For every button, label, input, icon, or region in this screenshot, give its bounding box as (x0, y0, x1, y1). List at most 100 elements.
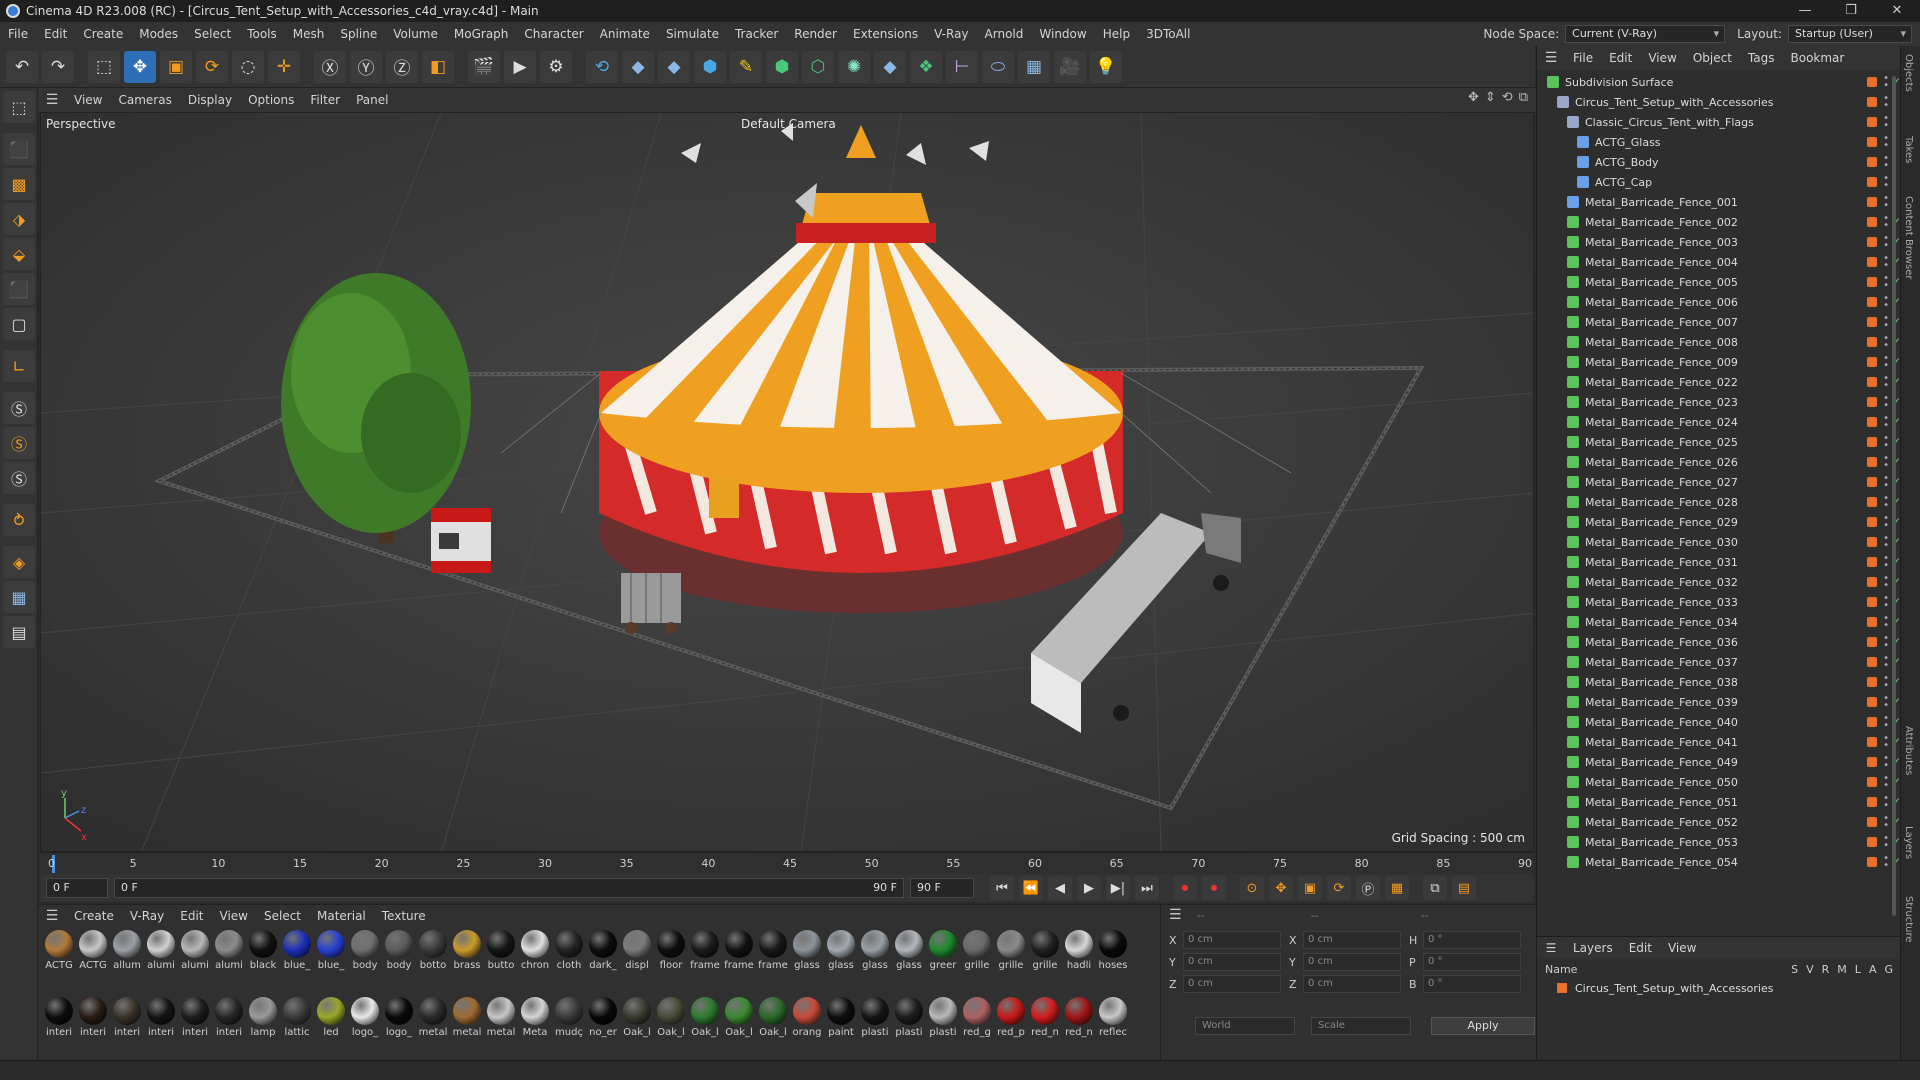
object-row[interactable]: Metal_Barricade_Fence_001 • • (1537, 192, 1901, 212)
visibility-dots-icon[interactable]: • • (1883, 134, 1889, 151)
material-swatch[interactable]: plasti (858, 994, 892, 1044)
material-swatch[interactable]: logo_ (382, 994, 416, 1044)
material-tag-icon[interactable] (1867, 217, 1877, 227)
material-swatch[interactable]: frame (756, 927, 790, 977)
scale-icon[interactable]: ▣ (160, 50, 192, 83)
undo-icon[interactable]: ↶ (6, 50, 38, 83)
visibility-dots-icon[interactable]: • • (1883, 334, 1889, 351)
layer-column-m[interactable]: M (1837, 963, 1847, 976)
material-swatch[interactable]: lattic (280, 994, 314, 1044)
layer-column-a[interactable]: A (1869, 963, 1877, 976)
viewport-menu-filter[interactable]: Filter (302, 93, 348, 107)
visibility-dots-icon[interactable]: • • (1883, 154, 1889, 171)
material-swatch[interactable]: ACTG (76, 927, 110, 977)
material-swatch[interactable]: interi (76, 994, 110, 1044)
material-swatch[interactable]: hoses (1096, 927, 1130, 977)
material-swatch[interactable]: orang (790, 994, 824, 1044)
start-frame-field[interactable]: 0 F (46, 878, 108, 898)
material-swatch[interactable]: plasti (892, 994, 926, 1044)
layer-column-r[interactable]: R (1822, 963, 1830, 976)
material-swatch[interactable]: chron (518, 927, 552, 977)
material-swatch[interactable]: Oak_l (722, 994, 756, 1044)
menu-v-ray[interactable]: V-Ray (926, 22, 976, 46)
snap-icon[interactable]: Ⓢ (3, 392, 35, 424)
visibility-dots-icon[interactable]: • • (1883, 214, 1889, 231)
material-swatch[interactable]: greer (926, 927, 960, 977)
material-tag-icon[interactable] (1867, 317, 1877, 327)
rotate-icon[interactable]: ⟳ (196, 50, 228, 83)
coord-field[interactable]: 0 cm (1183, 931, 1281, 949)
material-swatch[interactable]: allum (110, 927, 144, 977)
layer-menu-layers[interactable]: Layers (1565, 941, 1621, 955)
pen-icon[interactable]: ✎ (730, 50, 762, 83)
material-swatch[interactable]: paint (824, 994, 858, 1044)
axis-mode-icon[interactable]: ∟ (3, 350, 35, 382)
material-swatch[interactable]: led (314, 994, 348, 1044)
object-row[interactable]: Circus_Tent_Setup_with_Accessories • • (1537, 92, 1901, 112)
material-menu-select[interactable]: Select (256, 909, 309, 923)
coord-scale-dropdown[interactable]: Scale (1311, 1017, 1411, 1035)
layer-column-v[interactable]: V (1806, 963, 1814, 976)
side-tab-layers[interactable]: Layers (1903, 826, 1914, 859)
object-menu-file[interactable]: File (1565, 51, 1601, 65)
material-swatch[interactable]: Oak_l (756, 994, 790, 1044)
visibility-dots-icon[interactable]: • • (1883, 674, 1889, 691)
visibility-dots-icon[interactable]: • • (1883, 94, 1889, 111)
material-swatch[interactable]: lamp (246, 994, 280, 1044)
magnet-icon[interactable]: ⥁ (3, 504, 35, 536)
side-tab-structure[interactable]: Structure (1903, 896, 1914, 943)
prev-frame-icon[interactable]: ◀ (1048, 876, 1072, 900)
visibility-dots-icon[interactable]: • • (1883, 434, 1889, 451)
menu-extensions[interactable]: Extensions (845, 22, 926, 46)
visibility-dots-icon[interactable]: • • (1883, 294, 1889, 311)
object-row[interactable]: Metal_Barricade_Fence_052• •✓ (1537, 812, 1901, 832)
visibility-dots-icon[interactable]: • • (1883, 754, 1889, 771)
material-tag-icon[interactable] (1867, 737, 1877, 747)
visibility-dots-icon[interactable]: • • (1883, 694, 1889, 711)
material-tag-icon[interactable] (1867, 257, 1877, 267)
object-row[interactable]: Metal_Barricade_Fence_003• •✓ (1537, 232, 1901, 252)
viewport-menu-display[interactable]: Display (180, 93, 240, 107)
coord-menu-icon[interactable]: ☰ (1169, 907, 1182, 923)
material-swatch[interactable]: cloth (552, 927, 586, 977)
coord-system-dropdown[interactable]: World (1195, 1017, 1295, 1035)
layer-column-s[interactable]: S (1791, 963, 1798, 976)
object-row[interactable]: Metal_Barricade_Fence_009• •✓ (1537, 352, 1901, 372)
material-menu-material[interactable]: Material (309, 909, 374, 923)
layer-color-swatch[interactable] (1557, 983, 1567, 993)
material-swatch[interactable]: interi (110, 994, 144, 1044)
visibility-dots-icon[interactable]: • • (1883, 614, 1889, 631)
material-tag-icon[interactable] (1867, 757, 1877, 767)
object-row[interactable]: Metal_Barricade_Fence_028• •✓ (1537, 492, 1901, 512)
menu-tools[interactable]: Tools (239, 22, 285, 46)
visibility-dots-icon[interactable]: • • (1883, 714, 1889, 731)
material-swatch[interactable]: frame (688, 927, 722, 977)
material-tag-icon[interactable] (1867, 417, 1877, 427)
visibility-dots-icon[interactable]: • • (1883, 394, 1889, 411)
nodespace-dropdown[interactable]: Current (V-Ray) (1565, 25, 1726, 43)
points-mode-icon[interactable]: ⬗ (3, 203, 35, 235)
material-tag-icon[interactable] (1867, 497, 1877, 507)
object-row[interactable]: Metal_Barricade_Fence_053• •✓ (1537, 832, 1901, 852)
y-axis-icon[interactable]: Ⓨ (350, 50, 382, 83)
key-scale-icon[interactable]: ▣ (1298, 876, 1322, 900)
visibility-dots-icon[interactable]: • • (1883, 594, 1889, 611)
object-menu-bookmar[interactable]: Bookmar (1783, 51, 1853, 65)
object-row[interactable]: Metal_Barricade_Fence_038• •✓ (1537, 672, 1901, 692)
coord-field[interactable]: 0 cm (1183, 953, 1281, 971)
object-row[interactable]: Metal_Barricade_Fence_054• •✓ (1537, 852, 1901, 872)
object-row[interactable]: Metal_Barricade_Fence_026• •✓ (1537, 452, 1901, 472)
material-swatch[interactable]: ACTG (42, 927, 76, 977)
menu-create[interactable]: Create (75, 22, 131, 46)
material-swatch[interactable]: grille (994, 927, 1028, 977)
material-tag-icon[interactable] (1867, 377, 1877, 387)
visibility-dots-icon[interactable]: • • (1883, 834, 1889, 851)
make-editable-icon[interactable]: ⬚ (3, 91, 35, 123)
orbit-icon[interactable]: ⟲ (1502, 90, 1513, 105)
object-row[interactable]: Metal_Barricade_Fence_037• •✓ (1537, 652, 1901, 672)
material-swatch[interactable]: body (348, 927, 382, 977)
material-tag-icon[interactable] (1867, 617, 1877, 627)
extrude-icon[interactable]: ⬡ (802, 50, 834, 83)
viewport-menu-panel[interactable]: Panel (348, 93, 396, 107)
material-swatch[interactable]: botto (416, 927, 450, 977)
